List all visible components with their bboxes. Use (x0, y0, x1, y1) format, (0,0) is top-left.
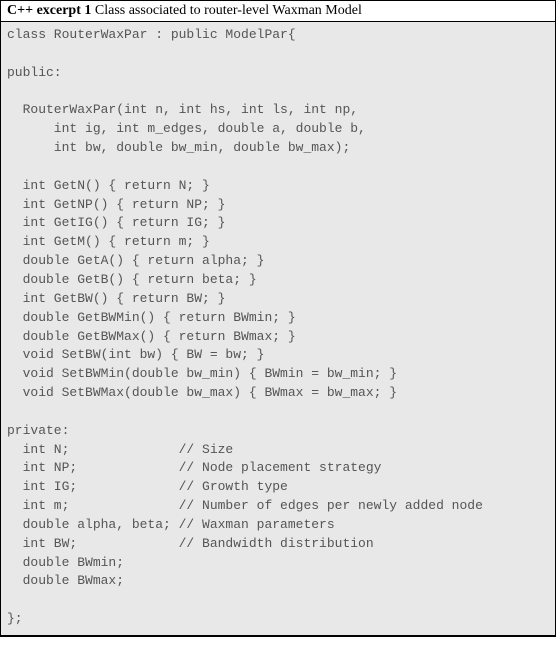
code-line: double GetBWMin() { return BWmin; } (7, 309, 549, 328)
code-line: int NP; // Node placement strategy (7, 459, 549, 478)
code-block: class RouterWaxPar : public ModelPar{ pu… (1, 22, 555, 636)
code-line: int GetIG() { return IG; } (7, 214, 549, 233)
code-line: double alpha, beta; // Waxman parameters (7, 516, 549, 535)
code-line: int IG; // Growth type (7, 478, 549, 497)
code-line: }; (7, 610, 549, 629)
code-line: double GetBWMax() { return BWmax; } (7, 328, 549, 347)
code-line (7, 591, 549, 610)
code-line (7, 158, 549, 177)
code-line (7, 45, 549, 64)
code-line: private: (7, 422, 549, 441)
code-line: int bw, double bw_min, double bw_max); (7, 139, 549, 158)
code-line: int ig, int m_edges, double a, double b, (7, 120, 549, 139)
code-line: int N; // Size (7, 441, 549, 460)
code-line: double BWmax; (7, 572, 549, 591)
code-line: int GetNP() { return NP; } (7, 196, 549, 215)
code-line: void SetBWMax(double bw_max) { BWmax = b… (7, 384, 549, 403)
code-line: double GetB() { return beta; } (7, 271, 549, 290)
code-line (7, 83, 549, 102)
excerpt-header: C++ excerpt 1 Class associated to router… (1, 1, 555, 22)
code-line: double BWmin; (7, 554, 549, 573)
code-line: int GetBW() { return BW; } (7, 290, 549, 309)
code-line: public: (7, 64, 549, 83)
code-line: class RouterWaxPar : public ModelPar{ (7, 26, 549, 45)
code-excerpt-container: C++ excerpt 1 Class associated to router… (0, 0, 556, 637)
code-line: void SetBWMin(double bw_min) { BWmin = b… (7, 365, 549, 384)
code-line (7, 403, 549, 422)
excerpt-title: C++ excerpt 1 (7, 3, 91, 18)
code-line: int GetM() { return m; } (7, 233, 549, 252)
code-line: void SetBW(int bw) { BW = bw; } (7, 346, 549, 365)
code-line: double GetA() { return alpha; } (7, 252, 549, 271)
code-line: int BW; // Bandwidth distribution (7, 535, 549, 554)
code-line: int m; // Number of edges per newly adde… (7, 497, 549, 516)
excerpt-description: Class associated to router-level Waxman … (91, 3, 361, 18)
code-line: int GetN() { return N; } (7, 177, 549, 196)
code-line: RouterWaxPar(int n, int hs, int ls, int … (7, 101, 549, 120)
